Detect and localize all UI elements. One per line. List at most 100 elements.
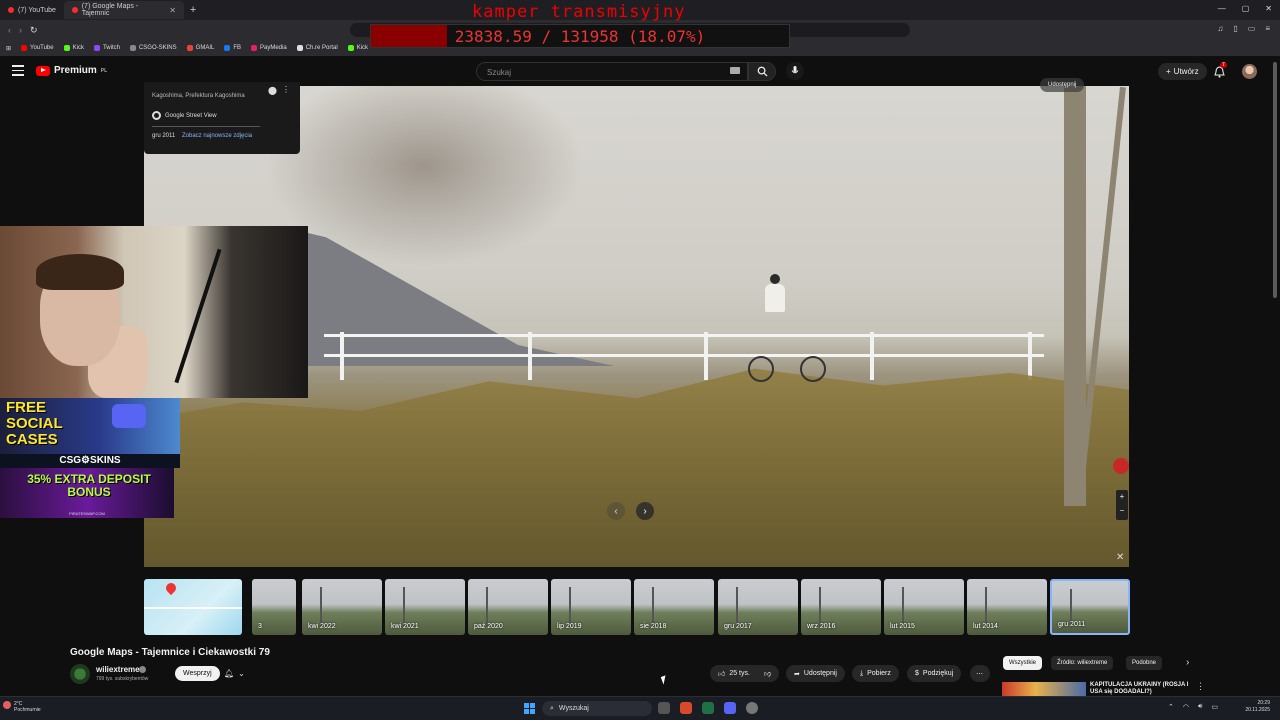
street-view-timeline: 3 kwi 2022 kwi 2021 paź 2020 lip 2019 si… bbox=[144, 577, 1130, 637]
recommended-title[interactable]: KAPITULACJA UKRAINY (ROSJA I USA się DOG… bbox=[1090, 682, 1190, 696]
timeline-thumbnail[interactable]: lut 2014 bbox=[967, 579, 1047, 635]
bookmark-gmail[interactable]: GMAIL bbox=[186, 45, 214, 51]
volume-icon[interactable]: 🔊︎ bbox=[1198, 703, 1202, 711]
bookmark-twitch[interactable]: Twitch bbox=[93, 45, 120, 51]
minimize-button[interactable]: — bbox=[1218, 4, 1226, 13]
taskbar-search[interactable]: ⌕ Wyszukaj bbox=[542, 701, 652, 716]
forward-icon[interactable]: › bbox=[19, 25, 22, 35]
zoom-out-icon[interactable]: − bbox=[1116, 504, 1128, 518]
video-title: Google Maps - Tajemnice i Ciekawostki 79 bbox=[70, 647, 270, 658]
see-newer-imagery-link[interactable]: Zobacz najnowsze zdjęcia bbox=[182, 133, 252, 139]
timeline-thumbnail[interactable]: paź 2020 bbox=[468, 579, 548, 635]
download-icon: ⤓ bbox=[860, 669, 864, 677]
account-avatar[interactable] bbox=[1242, 64, 1257, 79]
search-icon bbox=[757, 66, 768, 77]
excel-icon[interactable] bbox=[702, 702, 714, 714]
close-window-button[interactable]: ✕ bbox=[1265, 4, 1272, 13]
more-options-icon[interactable]: ⋮ bbox=[282, 85, 290, 94]
bell-icon: 🔔︎ bbox=[224, 669, 235, 678]
timeline-thumbnail[interactable]: wrz 2016 bbox=[801, 579, 881, 635]
previous-arrow-button[interactable]: ‹ bbox=[607, 502, 625, 520]
timeline-thumbnail[interactable]: 3 bbox=[252, 579, 296, 635]
discord-icon bbox=[112, 404, 146, 428]
zoom-control[interactable]: + − bbox=[1116, 490, 1128, 520]
reload-icon[interactable]: ↻ bbox=[30, 25, 38, 36]
sidebar-icon[interactable]: ▯ bbox=[1233, 24, 1237, 33]
timeline-thumbnail[interactable]: lut 2015 bbox=[884, 579, 964, 635]
task-view-icon[interactable] bbox=[658, 702, 670, 714]
chevron-up-icon[interactable]: ⌃ bbox=[1168, 703, 1174, 711]
close-timeline-icon[interactable]: ✕ bbox=[1116, 552, 1124, 563]
tab-google-maps-video[interactable]: (7) Google Maps - Tajemnic ✕ bbox=[63, 1, 184, 19]
timeline-map-thumbnail[interactable] bbox=[144, 579, 242, 635]
close-tab-icon[interactable]: ✕ bbox=[169, 6, 176, 15]
search-input[interactable]: Szukaj bbox=[476, 62, 748, 81]
subscription-bell-button[interactable]: 🔔︎ ⌄ bbox=[224, 666, 256, 681]
new-tab-button[interactable]: + bbox=[184, 4, 202, 16]
zoom-in-icon[interactable]: + bbox=[1116, 490, 1128, 504]
bookmark-portal[interactable]: Ch.re Portal bbox=[296, 45, 338, 51]
battery-icon[interactable]: ▭ bbox=[1211, 703, 1218, 711]
clock[interactable]: 20:29 20.11.2025 bbox=[1245, 700, 1270, 714]
apps-grid-icon[interactable]: ⊞ bbox=[6, 45, 11, 52]
search-button[interactable] bbox=[748, 62, 776, 81]
map-pin-icon[interactable]: ⬤ bbox=[268, 86, 277, 95]
chip-all[interactable]: Wszystkie bbox=[1003, 656, 1042, 670]
timeline-thumbnail[interactable]: kwi 2022 bbox=[302, 579, 382, 635]
weather-widget[interactable]: 2°C Pochmurnie bbox=[3, 701, 41, 713]
chip-source[interactable]: Źródło: wiliextreme bbox=[1051, 656, 1114, 670]
timeline-thumbnail[interactable]: kwi 2021 bbox=[385, 579, 465, 635]
support-button[interactable]: Wesprzyj bbox=[175, 666, 220, 681]
maximize-button[interactable]: ▢ bbox=[1242, 4, 1250, 13]
brave-browser-icon[interactable] bbox=[680, 702, 692, 714]
divider bbox=[152, 126, 260, 127]
system-tray: ⌃ ◠ 🔊︎ ▭ bbox=[1168, 703, 1218, 711]
timeline-thumbnail-selected[interactable]: gru 2011 bbox=[1050, 579, 1130, 635]
page-scrollbar[interactable] bbox=[1273, 62, 1277, 298]
discord-icon[interactable] bbox=[724, 702, 736, 714]
bookmark-kick[interactable]: Kick bbox=[63, 45, 84, 51]
voice-search-button[interactable] bbox=[786, 62, 804, 80]
twitch-icon bbox=[93, 45, 100, 51]
timeline-thumbnail[interactable]: gru 2017 bbox=[718, 579, 798, 635]
music-icon[interactable]: ♫ bbox=[1217, 24, 1223, 33]
channel-name[interactable]: wiliextreme bbox=[96, 665, 140, 674]
like-button[interactable]: 👍︎ 25 tys. 👎︎ bbox=[710, 665, 780, 682]
hamburger-menu-icon[interactable] bbox=[12, 65, 24, 79]
pegman-icon[interactable] bbox=[1113, 458, 1129, 474]
wallet-icon[interactable]: ▭ bbox=[1248, 24, 1256, 33]
download-button[interactable]: ⤓ Pobierz bbox=[852, 665, 899, 682]
back-icon[interactable]: ‹ bbox=[8, 25, 11, 35]
bookmark-paymedia[interactable]: PayMedia bbox=[251, 45, 287, 51]
bookmark-fb[interactable]: FB bbox=[224, 45, 241, 51]
ad-site: PIRATESWAP.COM bbox=[69, 511, 105, 516]
share-video-button[interactable]: ➦ Udostępnij bbox=[786, 665, 845, 682]
keyboard-icon[interactable] bbox=[730, 67, 740, 74]
more-options-icon[interactable]: ⋮ bbox=[1196, 681, 1205, 692]
donation-goal-bar: 23838.59 / 131958 (18.07%) bbox=[370, 24, 790, 48]
bookmark-kick-2[interactable]: Kick bbox=[347, 45, 368, 51]
obs-icon[interactable] bbox=[746, 702, 758, 714]
menu-icon[interactable]: ≡ bbox=[1265, 24, 1270, 33]
portal-icon bbox=[296, 45, 303, 51]
notifications-button[interactable]: 7 bbox=[1214, 62, 1227, 83]
share-button[interactable]: Udostępnij bbox=[1040, 78, 1085, 92]
bookmark-csgo-skins[interactable]: CSGO-SKINS bbox=[129, 45, 177, 51]
fence-rail-top bbox=[324, 334, 1044, 337]
create-button[interactable]: + Utwórz bbox=[1158, 63, 1207, 80]
bookmark-youtube[interactable]: YouTube bbox=[21, 45, 54, 51]
youtube-logo[interactable]: Premium PL bbox=[36, 65, 107, 76]
chip-similar[interactable]: Podobne bbox=[1126, 656, 1163, 670]
thumbs-down-icon[interactable]: 👎︎ bbox=[764, 669, 771, 678]
chevron-right-icon[interactable]: › bbox=[1186, 657, 1189, 668]
tab-youtube[interactable]: (7) YouTube bbox=[0, 1, 64, 19]
wifi-icon[interactable]: ◠ bbox=[1183, 703, 1189, 711]
timeline-thumbnail[interactable]: sie 2018 bbox=[634, 579, 714, 635]
timeline-thumbnail[interactable]: lip 2019 bbox=[551, 579, 631, 635]
channel-avatar[interactable] bbox=[70, 664, 90, 684]
thanks-button[interactable]: $ Podziękuj bbox=[907, 665, 962, 682]
street-view-provider: Google Street View bbox=[152, 111, 217, 120]
more-actions-button[interactable]: ⋯ bbox=[970, 665, 990, 682]
next-arrow-button[interactable]: › bbox=[636, 502, 654, 520]
start-button-icon[interactable] bbox=[524, 703, 535, 714]
